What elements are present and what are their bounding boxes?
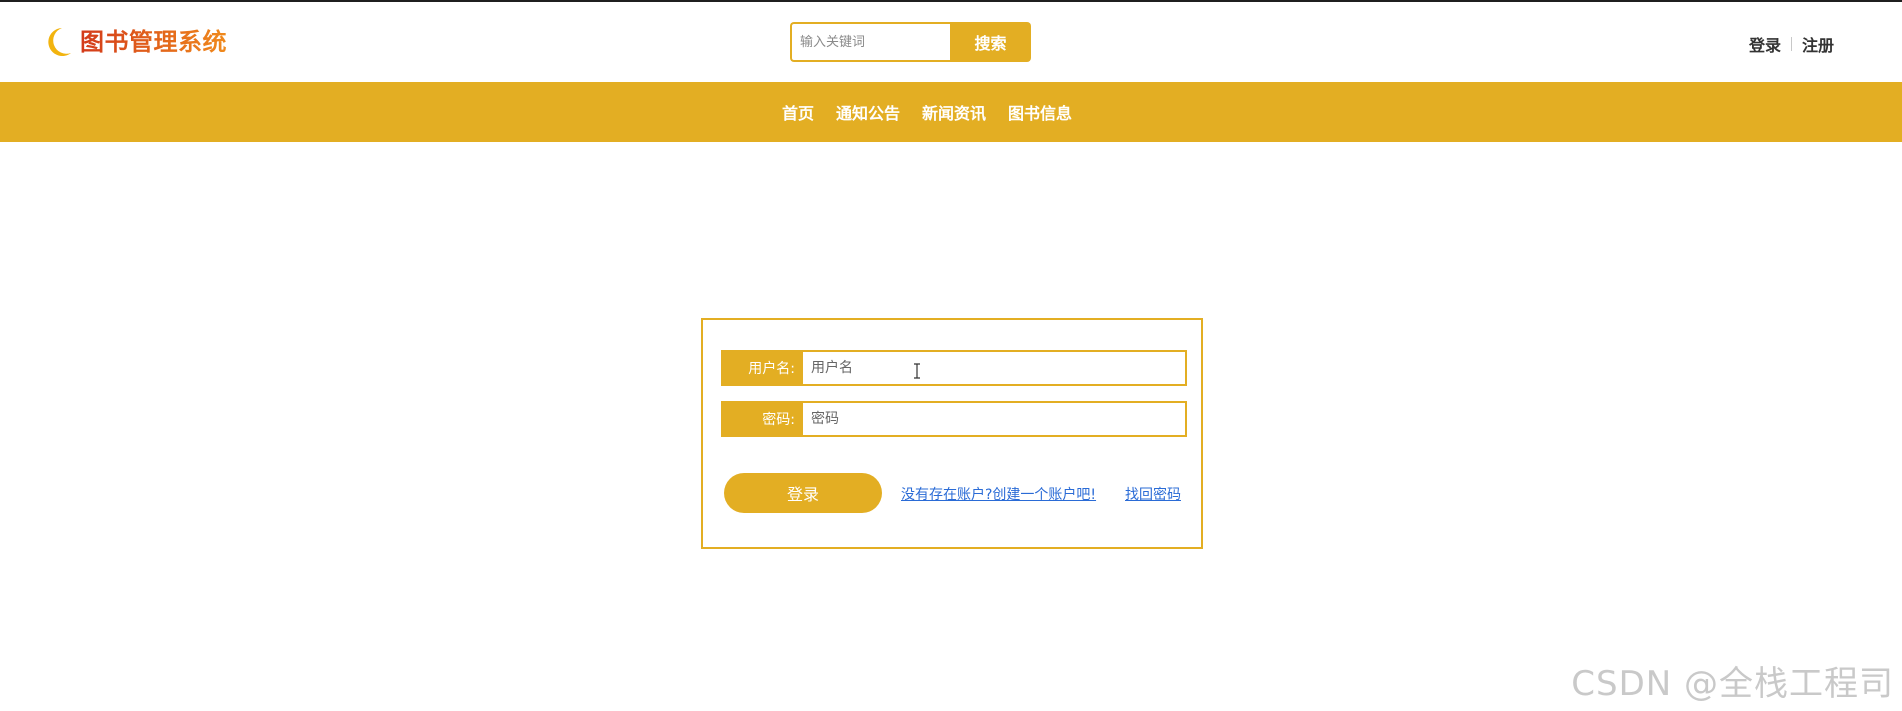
create-account-link[interactable]: 没有存在账户?创建一个账户吧! [901, 484, 1096, 504]
nav-item-books[interactable]: 图书信息 [1008, 100, 1072, 124]
search-button[interactable]: 搜索 [950, 22, 1031, 62]
nav-item-home[interactable]: 首页 [782, 100, 814, 124]
watermark: CSDN @全栈工程司 [1571, 664, 1894, 704]
moon-icon [46, 27, 72, 57]
username-input[interactable] [803, 352, 1185, 384]
username-label: 用户名: [723, 352, 803, 384]
forgot-password-link[interactable]: 找回密码 [1125, 484, 1181, 504]
search-bar: 搜索 [790, 22, 1031, 62]
password-input[interactable] [803, 403, 1185, 435]
password-label: 密码: [723, 403, 803, 435]
nav-item-notices[interactable]: 通知公告 [836, 100, 900, 124]
register-link[interactable]: 注册 [1802, 32, 1834, 56]
login-link[interactable]: 登录 [1749, 32, 1781, 56]
app-title: 图书管理系统 [80, 28, 227, 56]
logo[interactable]: 图书管理系统 [46, 26, 227, 58]
password-row: 密码: [721, 401, 1187, 437]
username-row: 用户名: [721, 350, 1187, 386]
login-submit-button[interactable]: 登录 [724, 473, 882, 513]
divider [1790, 37, 1792, 51]
search-input[interactable] [790, 22, 950, 62]
nav-item-news[interactable]: 新闻资讯 [922, 100, 986, 124]
auth-links: 登录 注册 [1749, 32, 1834, 56]
main-nav: 首页 通知公告 新闻资讯 图书信息 [0, 82, 1902, 142]
header: 图书管理系统 搜索 登录 注册 [0, 2, 1902, 82]
login-panel: 用户名: 密码: 登录 没有存在账户?创建一个账户吧! 找回密码 [701, 318, 1203, 549]
